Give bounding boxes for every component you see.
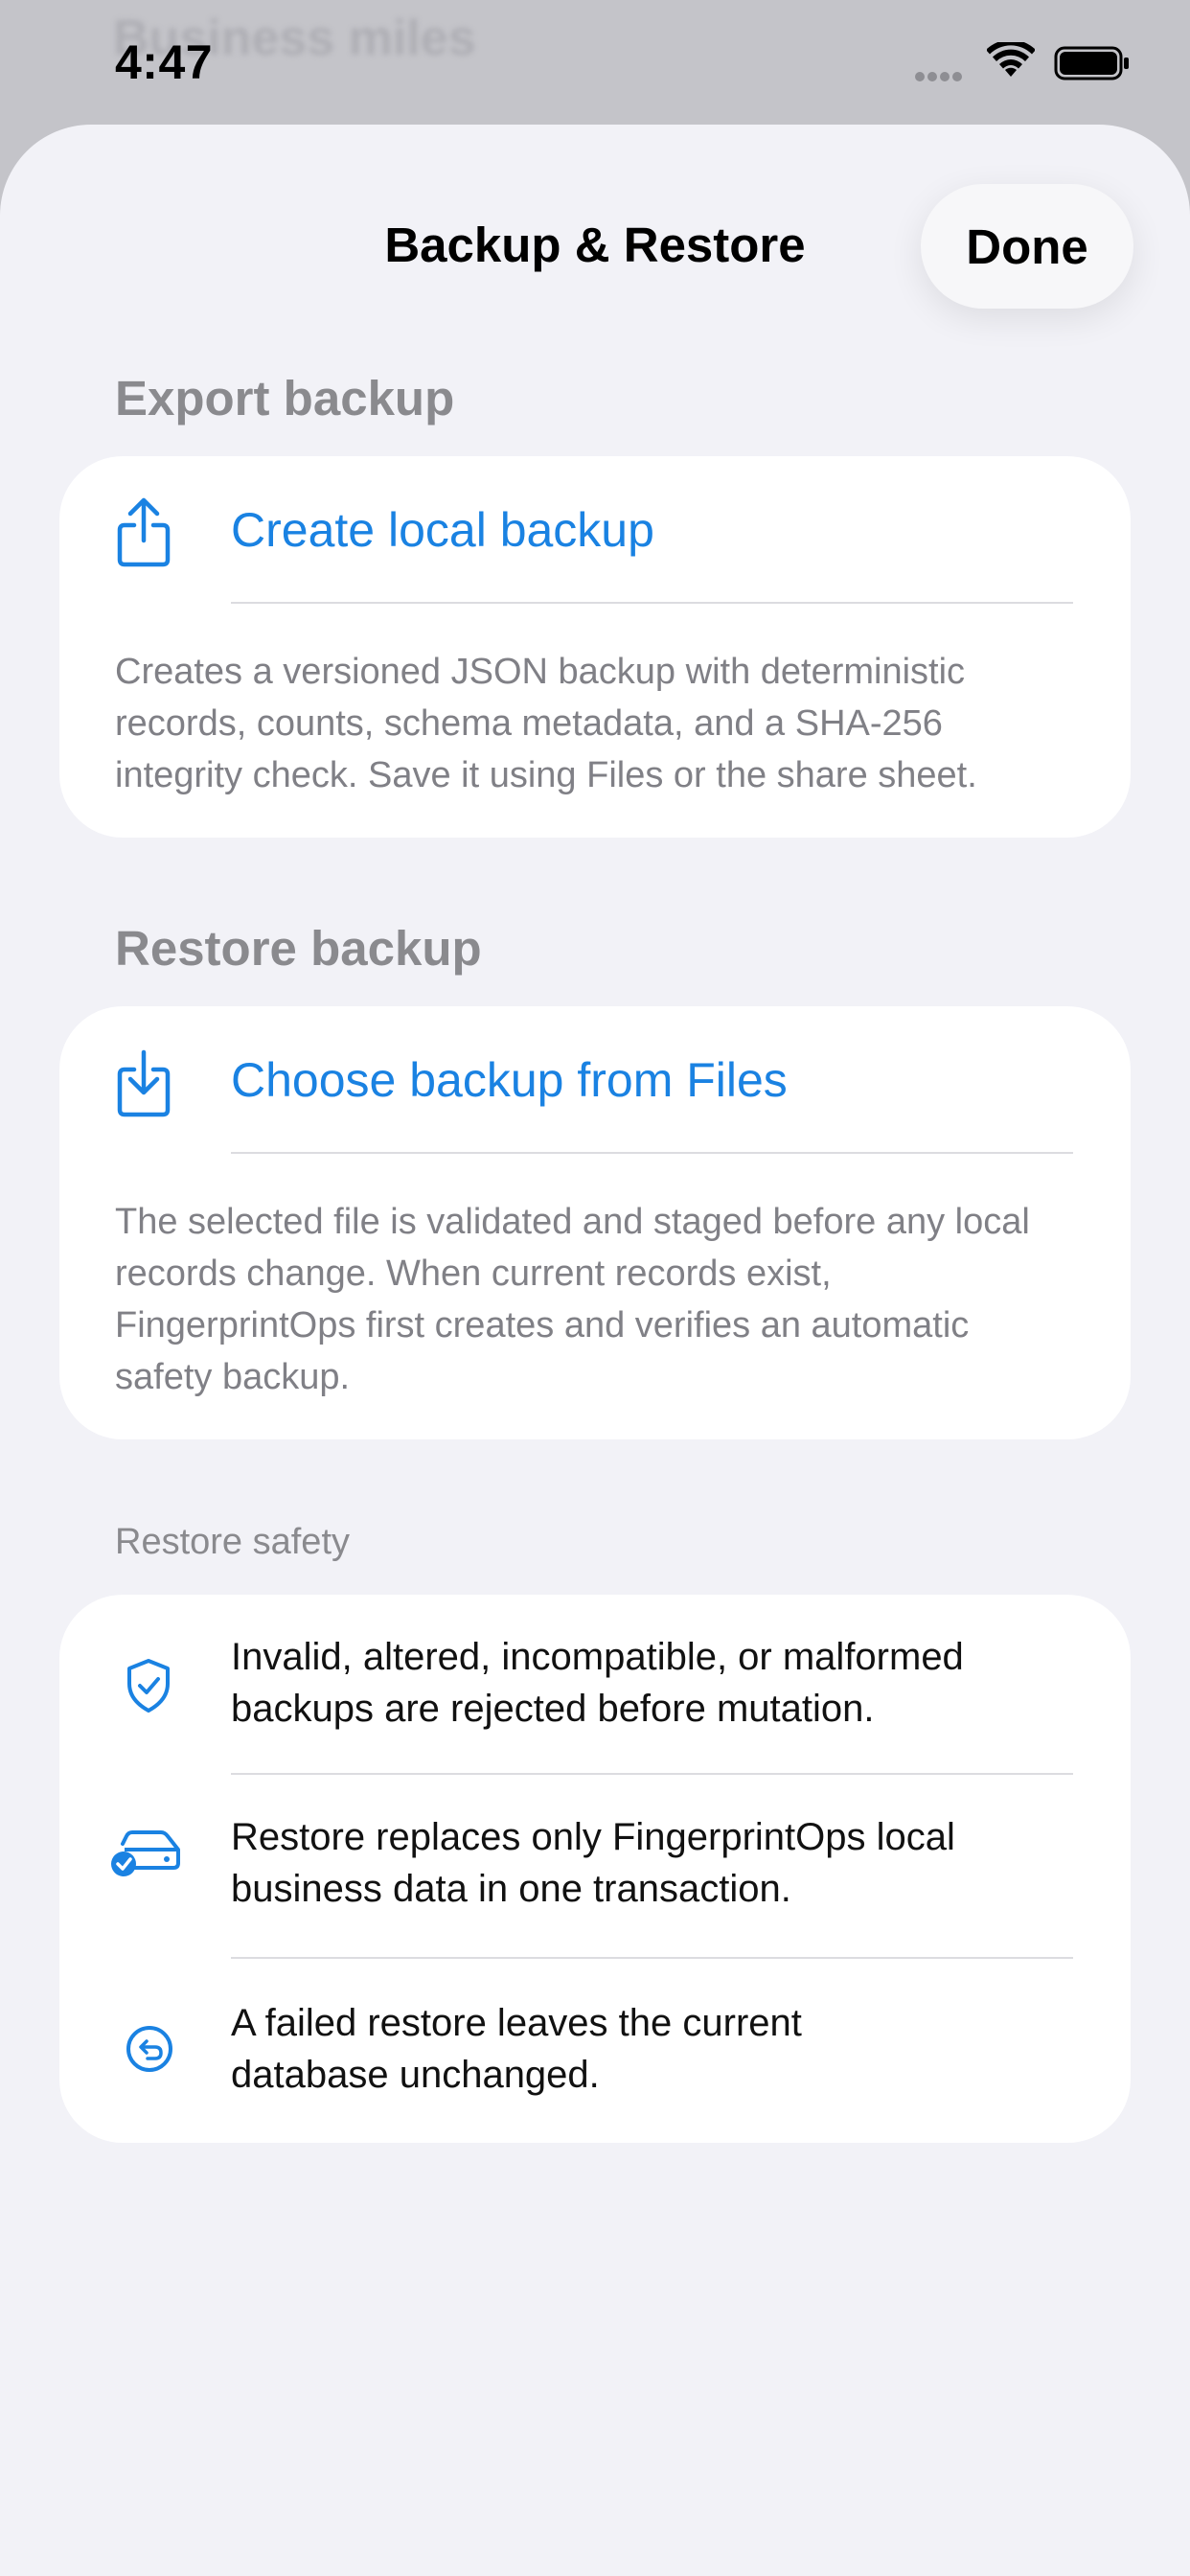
export-description: Creates a versioned JSON backup with det… (115, 652, 977, 795)
safety-item-text: A failed restore leaves the current data… (231, 2002, 802, 2096)
create-local-backup-label: Create local backup (231, 503, 654, 557)
restore-section-header: Restore backup (115, 921, 482, 976)
create-local-backup-button[interactable]: Create local backup (59, 456, 1131, 606)
restore-card: Choose backup from Files The selected fi… (59, 1006, 1131, 1439)
choose-backup-label: Choose backup from Files (231, 1053, 788, 1107)
divider (231, 602, 1073, 604)
cellular-signal-icon (915, 69, 965, 86)
screen: Business miles 4:47 Backup & Restore Don… (0, 0, 1190, 2576)
drive-check-icon (111, 1830, 180, 1876)
divider (231, 1773, 1073, 1775)
safety-section-header: Restore safety (115, 1522, 350, 1562)
shield-check-icon (127, 1659, 170, 1713)
download-icon (117, 1049, 171, 1117)
safety-card: Invalid, altered, incompatible, or malfo… (59, 1595, 1131, 2143)
safety-item-text: Restore replaces only FingerprintOps loc… (231, 1816, 955, 1910)
divider (231, 1957, 1073, 1959)
status-indicators (915, 42, 1135, 84)
undo-circle-icon (126, 2026, 172, 2072)
export-card: Create local backup Creates a versioned … (59, 456, 1131, 838)
choose-backup-from-files-button[interactable]: Choose backup from Files (59, 1006, 1131, 1156)
done-button[interactable]: Done (921, 184, 1133, 309)
status-time: 4:47 (115, 35, 214, 89)
divider (231, 1152, 1073, 1154)
share-icon (117, 497, 171, 567)
safety-item-text: Invalid, altered, incompatible, or malfo… (231, 1636, 964, 1730)
wifi-icon (987, 42, 1035, 77)
restore-description: The selected file is validated and stage… (115, 1202, 1030, 1397)
export-section-header: Export backup (115, 371, 455, 426)
battery-icon (1054, 46, 1129, 80)
